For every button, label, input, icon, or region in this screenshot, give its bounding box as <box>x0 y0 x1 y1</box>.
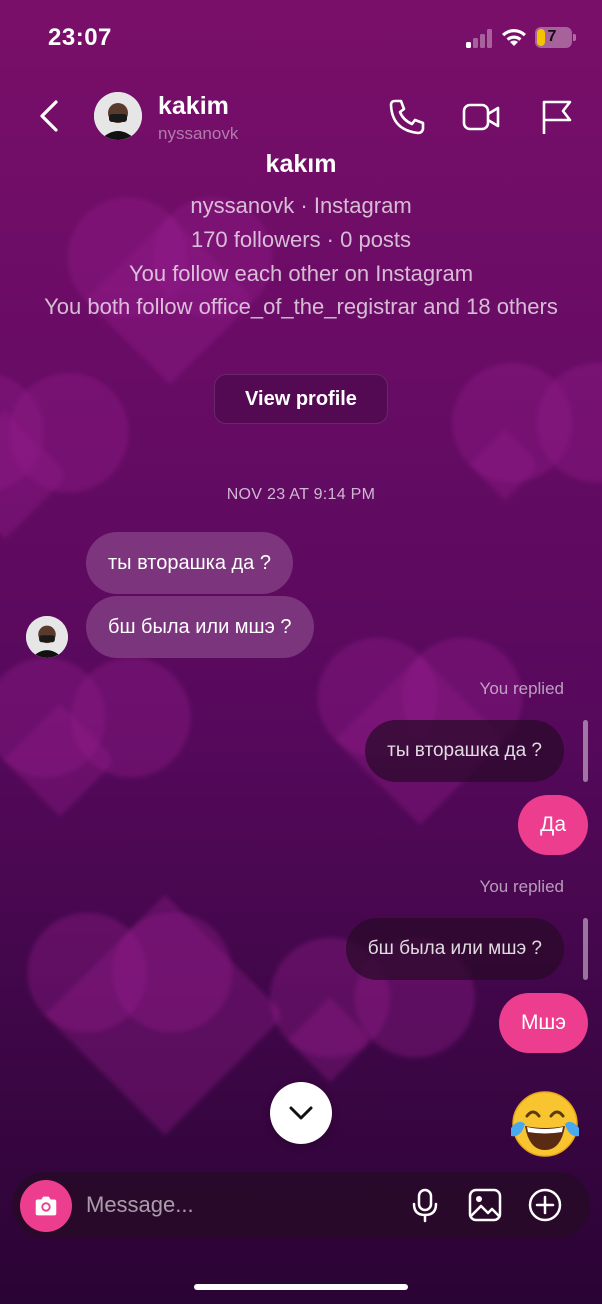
quote-indicator-bar <box>583 720 588 782</box>
battery-cap <box>573 34 576 41</box>
reply-label: You replied <box>479 679 564 698</box>
profile-summary: kakım nyssanovk · Instagram 170 follower… <box>0 150 602 322</box>
profile-mutual-follows: You both follow office_of_the_registrar … <box>44 294 558 319</box>
message-composer <box>12 1172 590 1238</box>
outgoing-message[interactable]: Мшэ <box>498 993 588 1053</box>
reply-label: You replied <box>479 877 564 896</box>
chat-header: kakim nyssanovk <box>0 84 602 154</box>
scroll-to-bottom-button[interactable] <box>270 1082 332 1144</box>
view-profile-button[interactable]: View profile <box>214 374 388 424</box>
heart-decoration <box>287 997 373 1083</box>
status-time: 23:07 <box>48 24 112 51</box>
header-avatar[interactable] <box>94 92 142 140</box>
gallery-icon[interactable] <box>466 1186 504 1224</box>
laughing-tears-emoji-icon[interactable] <box>505 1084 585 1164</box>
profile-name: kakım <box>265 150 337 178</box>
quoted-message[interactable]: ты вторашка да ? <box>365 720 564 782</box>
quote-indicator-bar <box>583 918 588 980</box>
heart-decoration <box>3 703 117 817</box>
status-bar: 23:07 7 <box>0 0 602 70</box>
message-input[interactable] <box>86 1188 386 1222</box>
wifi-icon <box>502 29 526 46</box>
sender-avatar[interactable] <box>26 616 68 658</box>
incoming-message[interactable]: ты вторашка да ? <box>86 532 293 594</box>
back-icon[interactable] <box>32 96 68 136</box>
profile-handle: nyssanovk · Instagram <box>190 193 412 218</box>
microphone-icon[interactable] <box>406 1186 444 1224</box>
plus-icon[interactable] <box>526 1186 564 1224</box>
heart-decoration <box>44 894 286 1136</box>
quoted-message[interactable]: бш была или мшэ ? <box>345 918 564 980</box>
camera-button[interactable] <box>20 1180 72 1232</box>
date-separator: NOV 23 AT 9:14 PM <box>226 486 376 503</box>
heart-decoration <box>0 411 69 539</box>
avatar-person-icon <box>26 616 68 658</box>
camera-icon <box>35 1196 57 1216</box>
cellular-signal-icon <box>466 28 494 48</box>
chevron-down-icon <box>289 1106 313 1120</box>
flag-icon[interactable] <box>536 96 578 138</box>
incoming-message[interactable]: бш была или мшэ ? <box>86 596 314 658</box>
video-camera-icon[interactable] <box>460 96 502 138</box>
outgoing-message[interactable]: Да <box>518 795 588 855</box>
profile-stats: 170 followers · 0 posts <box>190 227 412 252</box>
avatar-person-icon <box>94 92 142 140</box>
battery-icon: 7 <box>535 27 572 48</box>
profile-follow-status: You follow each other on Instagram <box>128 261 474 286</box>
header-name[interactable]: kakim <box>158 92 229 121</box>
home-indicator[interactable] <box>194 1284 408 1290</box>
battery-level: 7 <box>547 28 557 45</box>
header-username: nyssanovk <box>158 124 239 143</box>
phone-icon[interactable] <box>386 96 428 138</box>
